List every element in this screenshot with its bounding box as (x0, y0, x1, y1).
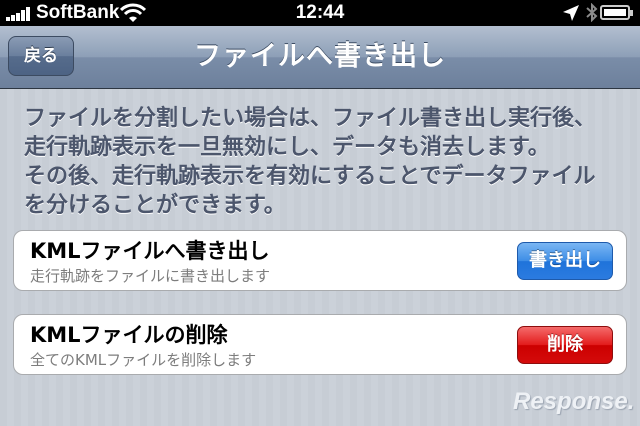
description-line: ファイルを分割したい場合は、ファイル書き出し実行後、 (24, 106, 597, 131)
export-kml-title: KMLファイルへ書き出し (30, 239, 270, 263)
navigation-bar: 戻る ファイルへ書き出し (0, 26, 640, 89)
status-bar: SoftBank 12:44 (0, 0, 640, 26)
description-line: を分けることができます。 (24, 193, 286, 218)
delete-kml-subtitle: 全てのKMLファイルを削除します (30, 351, 257, 369)
delete-button[interactable]: 削除 (517, 326, 613, 364)
location-arrow-icon (562, 4, 580, 27)
description-line: その後、走行軌跡表示を有効にすることでデータファイル (24, 164, 596, 189)
delete-kml-row: KMLファイルの削除 全てのKMLファイルを削除します 削除 (13, 314, 627, 375)
description-line: 走行軌跡表示を一旦無効にし、データも消去します。 (24, 135, 550, 160)
description-text: ファイルを分割したい場合は、ファイル書き出し実行後、 走行軌跡表示を一旦無効にし… (24, 104, 624, 220)
page-title: ファイルへ書き出し (194, 41, 446, 72)
export-kml-subtitle: 走行軌跡をファイルに書き出します (30, 267, 271, 285)
response-watermark: Response. (513, 388, 635, 415)
export-kml-row: KMLファイルへ書き出し 走行軌跡をファイルに書き出します 書き出し (13, 230, 627, 291)
bluetooth-icon (586, 2, 598, 27)
battery-icon (600, 5, 633, 20)
delete-kml-title: KMLファイルの削除 (30, 323, 228, 347)
export-button[interactable]: 書き出し (517, 242, 613, 280)
status-time: 12:44 (295, 2, 345, 23)
back-button[interactable]: 戻る (8, 36, 74, 76)
